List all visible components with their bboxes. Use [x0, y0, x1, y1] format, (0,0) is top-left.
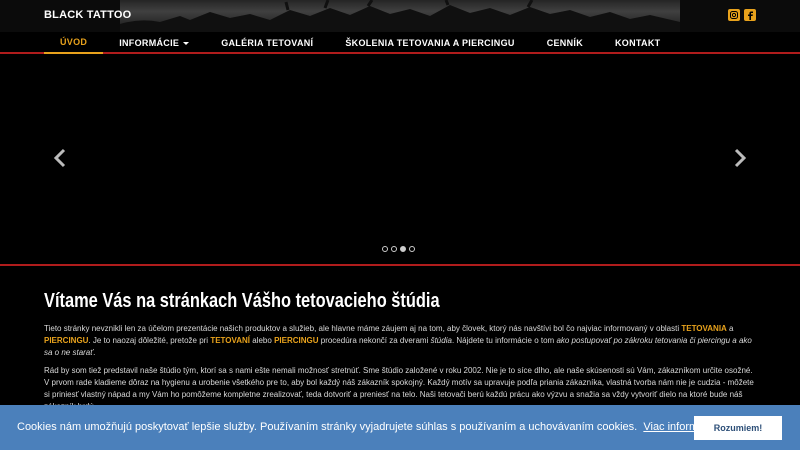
carousel-dot[interactable] [382, 246, 388, 252]
carousel-dot[interactable] [409, 246, 415, 252]
site-logo[interactable]: BLACK TATTOO [44, 9, 131, 21]
cookie-accept-button[interactable]: Rozumiem! [694, 416, 782, 440]
chevron-right-icon[interactable] [731, 148, 749, 168]
nav-item-cennik[interactable]: CENNÍK [531, 32, 599, 54]
cookie-consent-bar: Cookies nám umožňujú poskytovať lepšie s… [0, 405, 800, 450]
intro-paragraph: Tieto stránky nevznikli len za účelom pr… [44, 324, 752, 357]
nav-item-uvod[interactable]: ÚVOD [44, 32, 104, 54]
carousel-dot[interactable] [391, 246, 397, 252]
top-bar: BLACK TATTOO [0, 0, 800, 32]
cookie-message: Cookies nám umožňujú poskytovať lepšie s… [17, 421, 716, 433]
nav-item-label: INFORMÁCIE [119, 38, 180, 48]
nav-item-galeria[interactable]: GALÉRIA TETOVANÍ [205, 32, 329, 54]
image-carousel [0, 54, 800, 266]
facebook-icon[interactable] [744, 9, 756, 21]
instagram-icon[interactable] [728, 9, 740, 21]
crowd-banner-image [120, 0, 680, 32]
social-links [728, 9, 756, 21]
nav-item-skolenia[interactable]: ŠKOLENIA TETOVANIA A PIERCINGU [329, 32, 530, 54]
nav-item-informacie[interactable]: INFORMÁCIE [103, 32, 205, 54]
carousel-dot-active[interactable] [400, 246, 406, 252]
carousel-indicators [382, 246, 415, 252]
main-content: Vítame Vás na stránkach Vášho tetovacieh… [44, 290, 756, 419]
page-title: Vítame Vás na stránkach Vášho tetovacieh… [44, 290, 440, 312]
caret-down-icon [183, 41, 190, 45]
nav-item-kontakt[interactable]: KONTAKT [599, 32, 676, 54]
chevron-left-icon[interactable] [51, 148, 69, 168]
main-navigation: ÚVOD INFORMÁCIE GALÉRIA TETOVANÍ ŠKOLENI… [0, 32, 800, 54]
